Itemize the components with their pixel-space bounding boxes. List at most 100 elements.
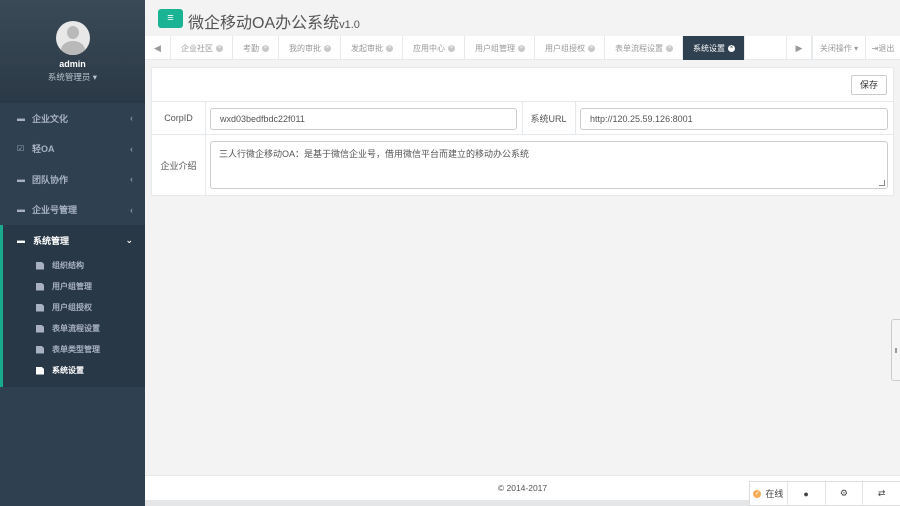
sidebar-item-team[interactable]: ▬ 团队协作 ‹ [0, 164, 145, 195]
close-icon[interactable]: × [386, 44, 393, 52]
side-panel-handle[interactable] [891, 319, 900, 381]
chevron-left-icon: ‹ [130, 113, 133, 124]
form-row-corpid: CorpID wxd03bedfbdc22f011 系统URL http://1… [152, 101, 893, 135]
tab-my-approvals[interactable]: 我的审批 × [279, 36, 341, 60]
tab-usergroup-auth[interactable]: 用户组授权 × [535, 36, 605, 60]
folder-icon: ▬ [17, 205, 25, 215]
chevron-left-icon: ‹ [130, 143, 133, 154]
profile-name[interactable]: admin [0, 59, 145, 69]
intro-text: 三人行微企移动OA：是基于微信企业号，借用微信平台而建立的移动办公系统 [219, 149, 530, 159]
sidebar-item-enterprise-account[interactable]: ▬ 企业号管理 ‹ [0, 195, 145, 226]
sidebar-item-label: 系统管理 [33, 235, 70, 246]
close-icon[interactable]: × [262, 44, 269, 52]
tab-form-flow[interactable]: 表单流程设置 × [605, 36, 683, 60]
profile-role-dropdown[interactable]: 系统管理员 ▾ [0, 71, 145, 83]
chat-button[interactable]: ● [788, 482, 826, 505]
corpid-label: CorpID [164, 113, 193, 123]
close-icon[interactable]: × [666, 44, 673, 52]
sidebar-item-light-oa[interactable]: ☑ 轻OA ‹ [0, 134, 145, 165]
save-button[interactable]: 保存 [851, 75, 887, 95]
sidebar: admin 系统管理员 ▾ ▬ 企业文化 ‹ ☑ 轻OA ‹ ▬ 团队协作 ‹ … [0, 0, 145, 506]
sidebar-subitem-label: 组织结构 [52, 261, 84, 270]
tab-label: 发起审批 [351, 43, 383, 53]
check-circle-icon: ✓ [753, 489, 762, 498]
profile-panel: admin 系统管理员 ▾ [0, 0, 145, 103]
folder-icon: ▬ [17, 174, 25, 184]
tab-community[interactable]: 企业社区 × [171, 36, 233, 60]
tab-label: 表单流程设置 [615, 43, 663, 53]
page-title: 微企移动OA办公系统v1.0 [188, 9, 360, 33]
tab-bar: ◀ 企业社区 × 考勤 × 我的审批 × 发起审批 × 应用中心 × 用户组管理 × 用户组… [145, 36, 900, 60]
close-operations-dropdown[interactable]: 关闭操作 ▾ [812, 36, 865, 60]
online-status-label: 在线 [765, 489, 784, 499]
close-icon[interactable]: × [588, 44, 595, 52]
file-icon [36, 261, 44, 270]
online-status-button[interactable]: ✓ 在线 [750, 482, 788, 505]
grip-icon [895, 348, 897, 353]
sidebar-item-system-management[interactable]: ▬ 系统管理 ⌄ [3, 225, 145, 255]
tab-label: 我的审批 [289, 43, 321, 53]
tab-label: 用户组授权 [545, 43, 585, 53]
sidebar-subitem-org[interactable]: 组织结构 [3, 255, 145, 276]
tab-label: 系统设置 [693, 43, 725, 53]
switch-button[interactable]: ⇄ [863, 482, 900, 505]
logout-button[interactable]: ⇥退出 [865, 36, 900, 60]
sidebar-subitem-usergroup[interactable]: 用户组管理 [3, 276, 145, 297]
tab-label: 企业社区 [181, 43, 213, 53]
chevron-left-icon: ‹ [130, 204, 133, 215]
avatar[interactable] [55, 21, 90, 55]
settings-panel: 保存 CorpID wxd03bedfbdc22f011 系统URL http:… [151, 67, 894, 196]
sidebar-item-label: 企业号管理 [32, 205, 78, 216]
sidebar-item-culture[interactable]: ▬ 企业文化 ‹ [0, 103, 145, 134]
check-square-icon: ☑ [17, 144, 25, 154]
close-icon[interactable]: × [448, 44, 455, 52]
tab-scroll-left-button[interactable]: ◀ [145, 36, 171, 60]
folder-open-icon: ▬ [17, 235, 25, 245]
system-url-input[interactable]: http://120.25.59.126:8001 [580, 108, 888, 130]
folder-icon: ▬ [17, 113, 25, 123]
tab-scroll-right-button[interactable]: ▶ [786, 36, 812, 60]
close-icon[interactable]: × [728, 44, 735, 52]
tab-label: 用户组管理 [475, 43, 515, 53]
file-icon [36, 366, 44, 375]
tab-attendance[interactable]: 考勤 × [233, 36, 279, 60]
sidebar-subitem-form-flow[interactable]: 表单流程设置 [3, 318, 145, 339]
close-icon[interactable]: × [216, 44, 223, 52]
file-icon [36, 345, 44, 354]
tab-label: 应用中心 [413, 43, 445, 53]
sidebar-subitem-form-type[interactable]: 表单类型管理 [3, 339, 145, 360]
system-url-label: 系统URL [530, 113, 567, 124]
form-row-intro: 企业介绍 三人行微企移动OA：是基于微信企业号，借用微信平台而建立的移动办公系统 [152, 135, 893, 196]
file-icon [36, 324, 44, 333]
intro-label: 企业介绍 [160, 161, 197, 171]
tab-usergroup[interactable]: 用户组管理 × [465, 36, 535, 60]
sidebar-group-system: ▬ 系统管理 ⌄ 组织结构 用户组管理 用户组授权 表单流程设置 表单类型管理 … [0, 225, 145, 387]
sidebar-subitem-usergroup-auth[interactable]: 用户组授权 [3, 297, 145, 318]
sidebar-subitem-label: 表单类型管理 [52, 345, 100, 354]
chevron-down-icon: ⌄ [125, 234, 133, 245]
menu-toggle-button[interactable]: ≡ [158, 9, 183, 28]
resize-grip-icon[interactable] [879, 180, 885, 186]
sidebar-subitem-label: 表单流程设置 [52, 324, 100, 333]
tab-label: 考勤 [243, 43, 259, 53]
corpid-input[interactable]: wxd03bedfbdc22f011 [210, 108, 517, 130]
intro-textarea[interactable]: 三人行微企移动OA：是基于微信企业号，借用微信平台而建立的移动办公系统 [210, 141, 888, 189]
close-icon[interactable]: × [324, 44, 331, 52]
sidebar-item-label: 企业文化 [32, 113, 69, 124]
tab-start-approval[interactable]: 发起审批 × [341, 36, 403, 60]
tab-system-settings[interactable]: 系统设置 × [683, 36, 745, 60]
settings-button[interactable]: ⚙ [826, 482, 864, 505]
copyright-text: © 2014-2017 [497, 483, 548, 493]
tab-app-center[interactable]: 应用中心 × [403, 36, 465, 60]
top-header: ≡ 微企移动OA办公系统v1.0 [145, 0, 900, 36]
sidebar-subitem-settings[interactable]: 系统设置 [3, 360, 145, 381]
sidebar-item-label: 团队协作 [32, 174, 69, 185]
sidebar-subitem-label: 用户组管理 [52, 282, 92, 291]
app-version: v1.0 [339, 19, 360, 31]
sidebar-subitem-label: 用户组授权 [52, 303, 92, 312]
chevron-left-icon: ‹ [130, 174, 133, 185]
app-title-text: 微企移动OA办公系统 [188, 15, 340, 32]
close-icon[interactable]: × [518, 44, 525, 52]
gear-icon: ⚙ [839, 488, 848, 498]
swap-icon: ⇄ [877, 488, 886, 498]
